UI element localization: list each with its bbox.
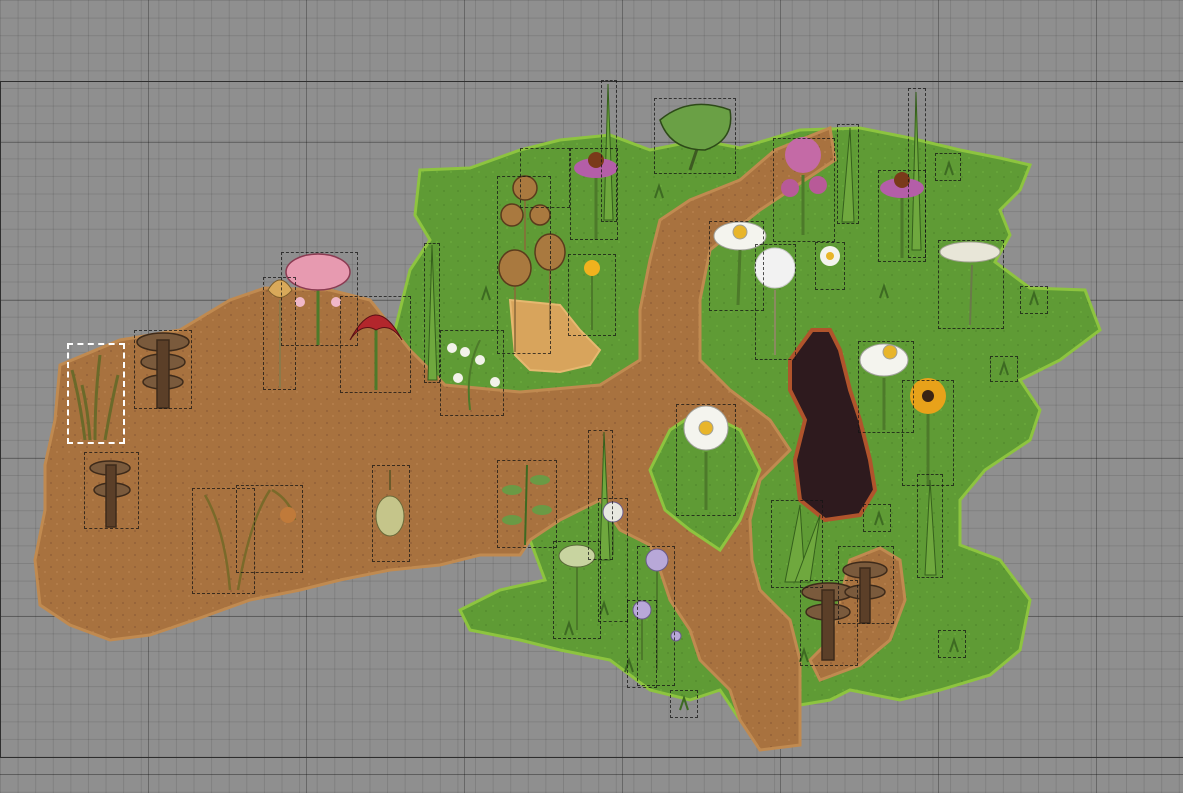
selected-sprite-reed-grass[interactable] <box>67 343 125 444</box>
sprite-grass-tuft-6[interactable] <box>938 630 966 658</box>
sprite-allium-3[interactable] <box>627 600 657 688</box>
sprite-queen-annes-lace[interactable] <box>938 240 1004 329</box>
sprite-valerian[interactable] <box>773 138 835 242</box>
sprite-grass-tuft-4[interactable] <box>670 690 698 718</box>
sprite-tall-grass-3[interactable] <box>837 124 859 224</box>
sprite-dandelion[interactable] <box>568 254 616 336</box>
sprite-herb-sprig[interactable] <box>497 460 557 548</box>
sprite-grass-tuft-5[interactable] <box>863 504 891 532</box>
sprite-crocus[interactable] <box>263 277 296 390</box>
sprite-dandelion-puff[interactable] <box>755 244 796 360</box>
sprite-daisy-2[interactable] <box>676 404 736 516</box>
sprite-grass-tuft-2[interactable] <box>1020 286 1048 314</box>
sprite-red-lily[interactable] <box>340 296 411 393</box>
sprite-grass-tuft-3[interactable] <box>990 356 1018 382</box>
sprite-elephant-ear-leaf[interactable] <box>654 98 736 174</box>
sprite-black-eyed-susan[interactable] <box>902 380 954 486</box>
sprite-tall-grass[interactable] <box>424 243 440 383</box>
sprite-lily-of-the-valley[interactable] <box>440 330 504 416</box>
sprite-wilted-plant-2[interactable] <box>236 485 303 573</box>
sprite-tall-grass-4[interactable] <box>908 88 926 258</box>
sprite-queen-annes-lace-2[interactable] <box>553 541 601 639</box>
sprite-allium[interactable] <box>598 498 628 622</box>
sprite-tall-grass-7[interactable] <box>917 474 943 578</box>
sprite-poppy-seed-pods-2[interactable] <box>520 148 570 208</box>
sprite-seed-pod[interactable] <box>372 465 410 562</box>
map-editor-canvas[interactable] <box>0 0 1183 793</box>
sprite-small-daisy[interactable] <box>815 242 845 290</box>
sprite-grass-tuft[interactable] <box>935 153 961 181</box>
sprite-tall-grass-2[interactable] <box>601 80 617 222</box>
sprite-bracket-mushroom-4[interactable] <box>838 546 894 624</box>
sprite-tall-grass-6[interactable] <box>771 500 823 588</box>
sprite-bracket-mushroom-2[interactable] <box>84 452 139 529</box>
sprite-bracket-mushroom[interactable] <box>134 330 192 409</box>
